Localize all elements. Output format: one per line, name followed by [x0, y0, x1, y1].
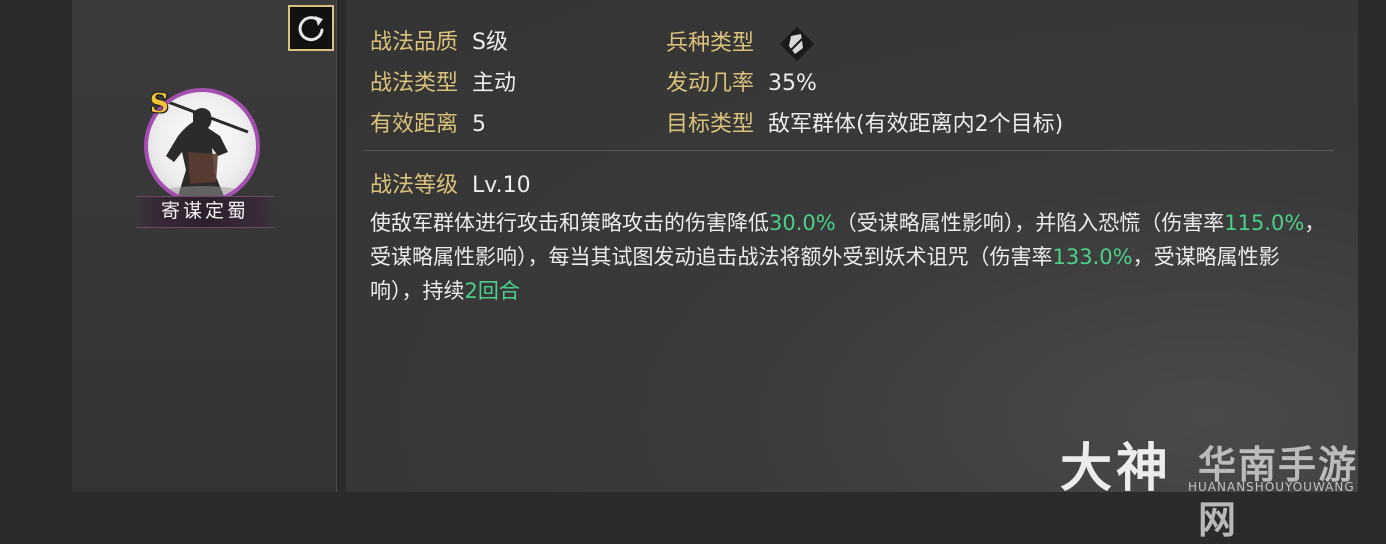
divider [364, 150, 1334, 151]
target-row: 目标类型 敌军群体(有效距离内2个目标) [666, 106, 1063, 138]
refresh-icon [298, 16, 324, 42]
troop-type-icon [778, 25, 816, 63]
desc-value-1: 30.0% [769, 211, 836, 235]
watermark: 大神 华南手游网 HUANANSHOUYOUWANG [1060, 420, 1380, 542]
refresh-button[interactable] [288, 5, 334, 51]
quality-value: S级 [472, 30, 508, 55]
type-value: 主动 [472, 71, 517, 96]
rate-value: 35% [768, 71, 817, 96]
target-value: 敌军群体(有效距离内2个目标) [768, 112, 1064, 137]
troop-label: 兵种类型 [666, 31, 755, 56]
skill-description: 使敌军群体进行攻击和策略攻击的伤害降低30.0%（受谋略属性影响），并陷入恐慌（… [370, 206, 1330, 308]
skill-portrait-panel [72, 0, 337, 492]
desc-value-4: 2回合 [464, 279, 520, 303]
level-row: 战法等级 Lv.10 [370, 167, 531, 199]
range-row: 有效距离 5 [370, 106, 486, 138]
watermark-en: HUANANSHOUYOUWANG [1188, 480, 1355, 494]
range-label: 有效距离 [370, 112, 459, 137]
desc-value-3: 133.0% [1052, 245, 1133, 269]
skill-name: 寄谋定蜀 [136, 196, 274, 228]
grade-badge: S [150, 89, 169, 119]
quality-label: 战法品质 [370, 30, 459, 55]
desc-value-2: 115.0% [1224, 211, 1305, 235]
rate-label: 发动几率 [666, 71, 755, 96]
troop-row: 兵种类型 [666, 24, 817, 64]
rate-row: 发动几率 35% [666, 65, 817, 97]
quality-row: 战法品质 S级 [370, 24, 508, 56]
type-row: 战法类型 主动 [370, 65, 516, 97]
type-label: 战法类型 [370, 71, 459, 96]
skill-avatar: S 寄谋定蜀 [136, 88, 276, 228]
watermark-big: 大神 [1060, 439, 1173, 499]
level-label: 战法等级 [370, 173, 459, 198]
desc-text-2: （受谋略属性影响），并陷入恐慌（伤害率 [835, 211, 1225, 235]
range-value: 5 [472, 112, 487, 137]
desc-text-1: 使敌军群体进行攻击和策略攻击的伤害降低 [370, 211, 769, 235]
target-label: 目标类型 [666, 112, 755, 137]
level-value: Lv.10 [472, 173, 531, 198]
